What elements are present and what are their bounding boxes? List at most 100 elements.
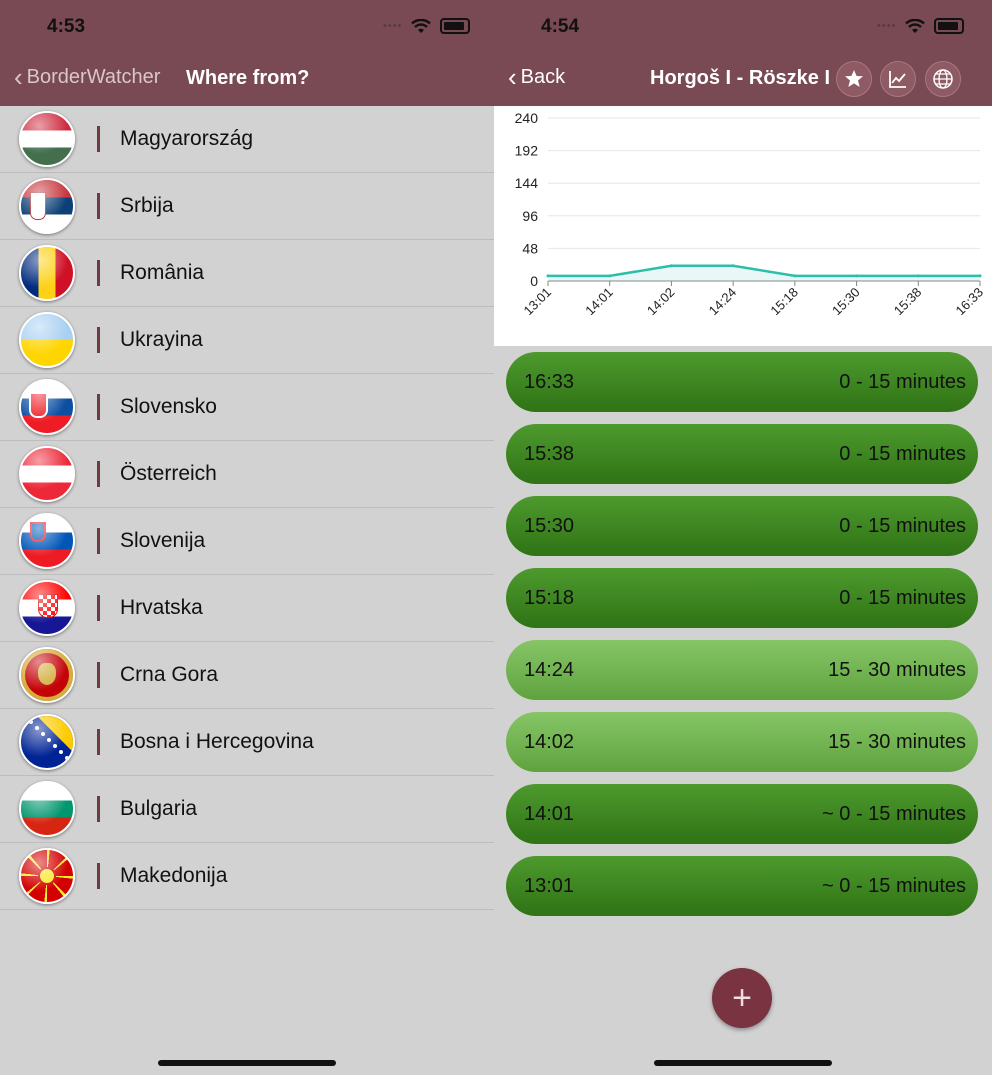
plus-icon: + <box>732 978 752 1017</box>
divider <box>97 126 100 152</box>
status-time: 4:54 <box>541 16 580 37</box>
data-point <box>546 274 550 278</box>
divider <box>97 796 100 822</box>
wait-entry[interactable]: 14:01 ~ 0 - 15 minutes <box>506 784 978 844</box>
country-name: Srbija <box>120 194 174 217</box>
divider <box>97 193 100 219</box>
entry-wait: ~ 0 - 15 minutes <box>822 874 966 897</box>
checkerboard-icon <box>38 594 58 618</box>
country-name: Ukrayina <box>120 328 203 351</box>
entry-time: 16:33 <box>524 370 575 393</box>
country-name: Bulgaria <box>120 797 198 820</box>
country-row-romania[interactable]: România <box>0 240 494 307</box>
x-tick-label: 14:24 <box>706 285 740 319</box>
divider <box>97 528 100 554</box>
country-name: Hrvatska <box>120 596 203 619</box>
slovakia-flag-icon <box>19 379 75 435</box>
entry-wait: 0 - 15 minutes <box>839 442 966 465</box>
divider <box>97 260 100 286</box>
x-tick-label: 16:33 <box>953 285 987 319</box>
data-point <box>731 264 735 268</box>
crossing-detail-screen: 4:54 •••• ‹ Back Horgoš I - Röszke I 0 48… <box>494 0 992 1075</box>
chevron-left-icon: ‹ <box>14 62 23 92</box>
wait-entry[interactable]: 14:24 15 - 30 minutes <box>506 640 978 700</box>
map-button[interactable] <box>925 61 961 97</box>
x-tick-label: 13:01 <box>521 285 555 319</box>
y-tick-label: 48 <box>522 240 538 256</box>
series-area <box>548 265 980 281</box>
wait-entry[interactable]: 15:30 0 - 15 minutes <box>506 496 978 556</box>
entry-time: 14:02 <box>524 730 575 753</box>
entry-time: 13:01 <box>524 874 575 897</box>
country-name: Crna Gora <box>120 663 219 686</box>
country-row-hungary[interactable]: Magyarország <box>0 106 494 173</box>
country-row-bosnia[interactable]: Bosna i Hercegovina <box>0 709 494 776</box>
y-tick-label: 144 <box>515 175 539 191</box>
battery-icon <box>440 18 471 34</box>
slovenia-flag-icon <box>19 513 75 569</box>
sun-icon <box>38 867 56 885</box>
country-select-screen: 4:53 •••• ‹ BorderWatcher Where from? Ma… <box>0 0 494 1075</box>
x-tick-label: 14:02 <box>644 285 678 319</box>
wait-entry[interactable]: 15:38 0 - 15 minutes <box>506 424 978 484</box>
wait-time-list: 16:33 0 - 15 minutes 15:38 0 - 15 minute… <box>506 352 978 928</box>
country-row-austria[interactable]: Österreich <box>0 441 494 508</box>
country-row-ukraine[interactable]: Ukrayina <box>0 307 494 374</box>
globe-icon <box>933 69 953 89</box>
home-indicator[interactable] <box>654 1060 832 1066</box>
croatia-flag-icon <box>19 580 75 636</box>
star-icon <box>845 70 863 87</box>
back-button[interactable]: ‹ Back <box>508 64 565 90</box>
chart-icon <box>889 71 906 88</box>
y-tick-label: 192 <box>515 143 539 159</box>
divider <box>97 394 100 420</box>
entry-wait: 0 - 15 minutes <box>839 514 966 537</box>
back-label: Back <box>520 65 566 88</box>
macedonia-flag-icon <box>19 848 75 904</box>
divider <box>97 461 100 487</box>
country-row-croatia[interactable]: Hrvatska <box>0 575 494 642</box>
country-name: Slovenija <box>120 529 206 552</box>
eagle-icon <box>38 663 56 685</box>
bulgaria-flag-icon <box>19 781 75 837</box>
chart-button[interactable] <box>880 61 916 97</box>
country-row-serbia[interactable]: Srbija <box>0 173 494 240</box>
data-point <box>608 274 612 278</box>
country-row-montenegro[interactable]: Crna Gora <box>0 642 494 709</box>
y-tick-label: 240 <box>515 110 539 126</box>
country-row-slovakia[interactable]: Slovensko <box>0 374 494 441</box>
back-button[interactable]: ‹ BorderWatcher <box>14 64 160 90</box>
wait-entry[interactable]: 15:18 0 - 15 minutes <box>506 568 978 628</box>
home-indicator[interactable] <box>158 1060 336 1066</box>
data-point <box>916 274 920 278</box>
montenegro-flag-icon <box>19 647 75 703</box>
favorite-button[interactable] <box>836 61 872 97</box>
country-row-macedonia[interactable]: Makedonija <box>0 843 494 910</box>
data-point <box>978 274 982 278</box>
country-row-slovenia[interactable]: Slovenija <box>0 508 494 575</box>
add-report-button[interactable]: + <box>712 968 772 1028</box>
romania-flag-icon <box>19 245 75 301</box>
entry-wait: ~ 0 - 15 minutes <box>822 802 966 825</box>
coat-of-arms-icon <box>29 392 48 418</box>
country-name: Bosna i Hercegovina <box>120 730 314 753</box>
austria-flag-icon <box>19 446 75 502</box>
status-time: 4:53 <box>47 16 86 37</box>
divider <box>97 662 100 688</box>
country-row-bulgaria[interactable]: Bulgaria <box>0 776 494 843</box>
coat-of-arms-icon <box>30 522 46 542</box>
country-name: Makedonija <box>120 864 228 887</box>
entry-wait: 15 - 30 minutes <box>828 658 966 681</box>
entry-time: 14:24 <box>524 658 575 681</box>
entry-wait: 0 - 15 minutes <box>839 586 966 609</box>
wait-entry[interactable]: 16:33 0 - 15 minutes <box>506 352 978 412</box>
wait-entry[interactable]: 13:01 ~ 0 - 15 minutes <box>506 856 978 916</box>
country-name: Slovensko <box>120 395 217 418</box>
wait-entry[interactable]: 14:02 15 - 30 minutes <box>506 712 978 772</box>
data-point <box>793 274 797 278</box>
battery-icon <box>934 18 965 34</box>
status-icons: •••• <box>383 18 471 34</box>
entry-wait: 0 - 15 minutes <box>839 370 966 393</box>
x-tick-label: 15:30 <box>829 285 863 319</box>
y-tick-label: 96 <box>522 208 538 224</box>
